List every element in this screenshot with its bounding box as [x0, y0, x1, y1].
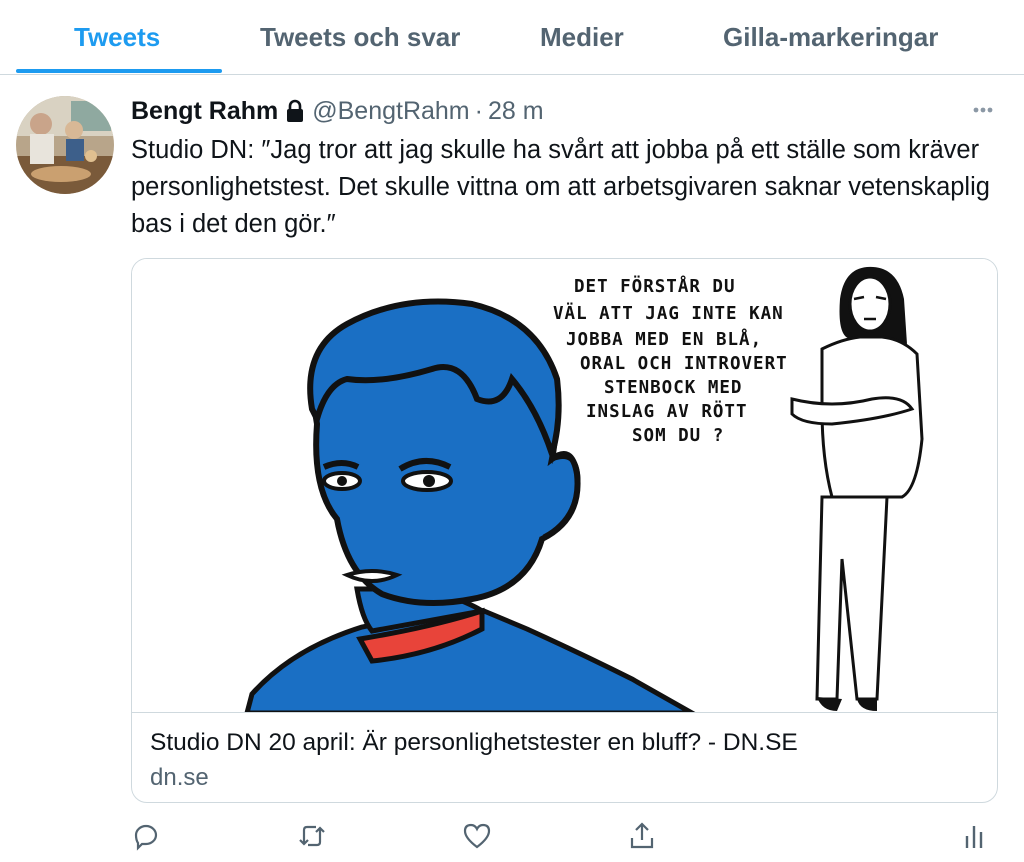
reply-icon[interactable] — [130, 820, 162, 852]
analytics-icon[interactable] — [958, 820, 990, 852]
card-illustration: DET FÖRSTÅR DU VÄL ATT JAG INTE KAN JOBB… — [132, 259, 997, 716]
tweet-header: Bengt Rahm @BengtRahm · 28 m — [131, 94, 544, 128]
speech-line: JOBBA MED EN BLÅ, — [566, 327, 762, 350]
tweet-timestamp[interactable]: 28 m — [488, 97, 544, 126]
tab-likes[interactable]: Gilla-markeringar — [723, 22, 938, 53]
profile-tabs: Tweets Tweets och svar Medier Gilla-mark… — [0, 0, 1024, 75]
speech-line: STENBOCK MED — [604, 378, 742, 398]
card-title: Studio DN 20 april: Är personlighetstest… — [150, 729, 798, 756]
share-icon[interactable] — [626, 820, 658, 852]
speech-line: INSLAG AV RÖTT — [586, 400, 748, 422]
separator-dot: · — [474, 96, 483, 125]
speech-text: DET FÖRSTÅR DU VÄL ATT JAG INTE KAN JOBB… — [553, 274, 799, 446]
card-domain: dn.se — [150, 764, 209, 791]
retweet-icon[interactable] — [296, 820, 328, 852]
avatar[interactable] — [16, 96, 114, 194]
lock-icon — [284, 99, 306, 123]
tab-media[interactable]: Medier — [540, 22, 624, 53]
speech-line: SOM DU ? — [632, 426, 724, 446]
speech-line: VÄL ATT JAG INTE KAN — [553, 302, 784, 324]
like-icon[interactable] — [461, 820, 493, 852]
tab-tweets-and-replies[interactable]: Tweets och svar — [260, 22, 460, 53]
card-divider — [132, 712, 997, 713]
author-handle[interactable]: @BengtRahm — [312, 97, 469, 126]
active-tab-indicator — [16, 69, 222, 73]
more-options-icon[interactable] — [966, 98, 1000, 122]
speech-line: DET FÖRSTÅR DU — [574, 274, 736, 297]
link-card[interactable]: DET FÖRSTÅR DU VÄL ATT JAG INTE KAN JOBB… — [131, 258, 998, 803]
author-name[interactable]: Bengt Rahm — [131, 97, 278, 126]
speech-line: ORAL OCH INTROVERT — [580, 354, 788, 374]
tweet-text: Studio DN: ″Jag tror att jag skulle ha s… — [131, 136, 990, 238]
tab-tweets[interactable]: Tweets — [74, 22, 160, 53]
